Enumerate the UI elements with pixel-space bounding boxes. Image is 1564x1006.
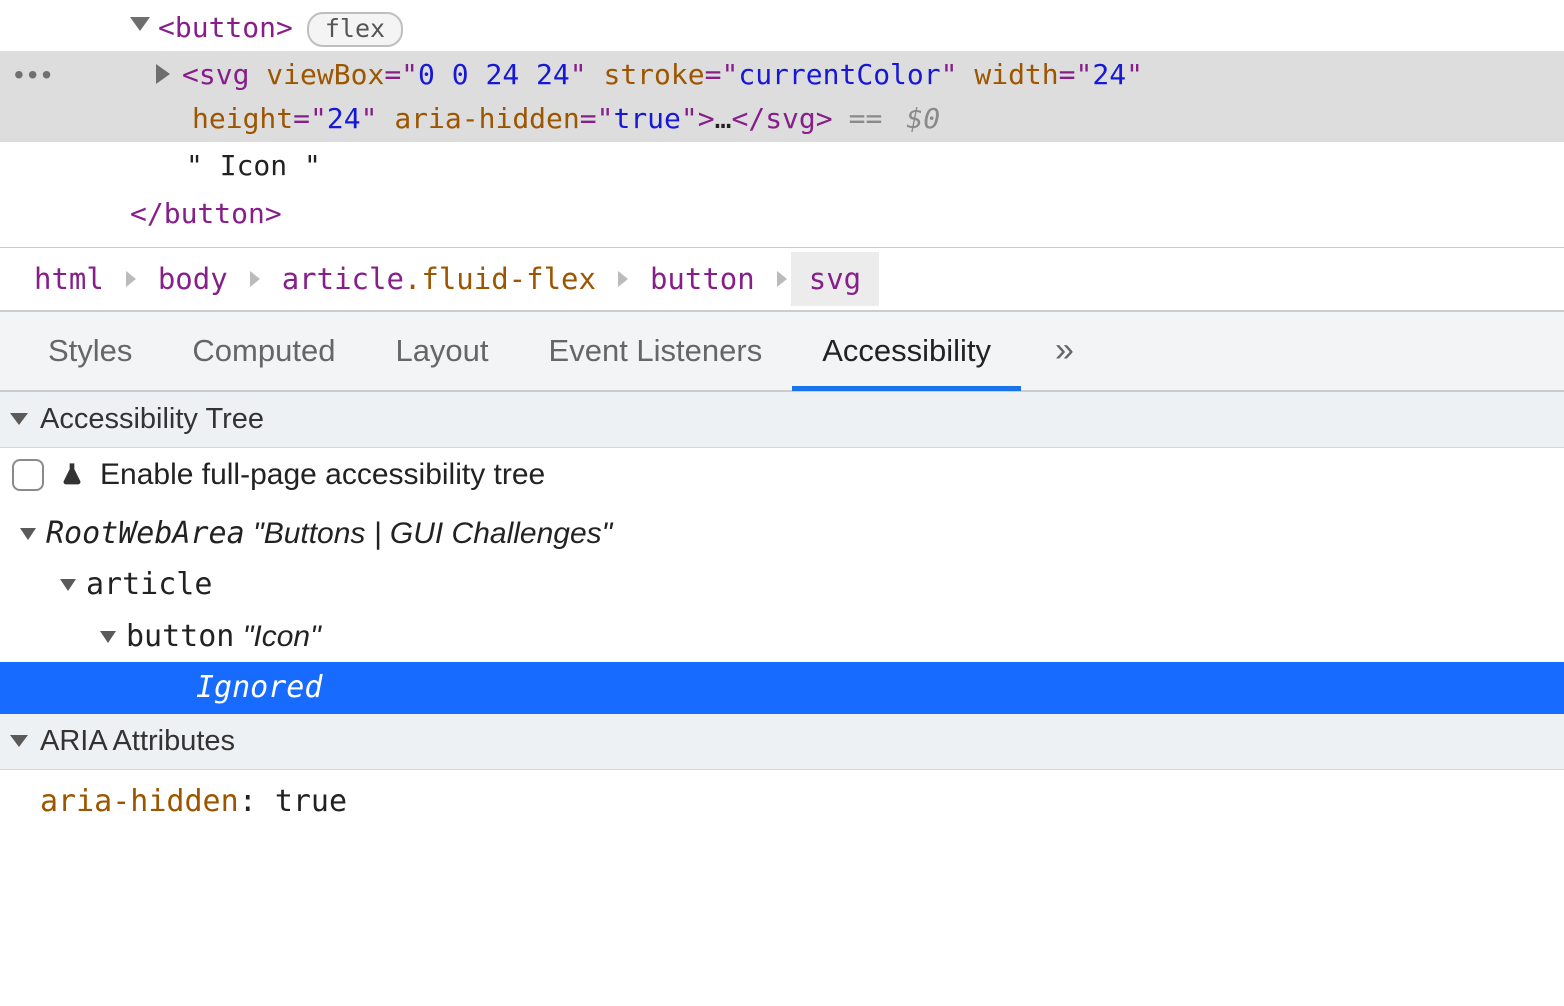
chevron-right-icon [126,271,136,287]
checkbox[interactable] [12,459,44,491]
sidebar-tabstrip: Styles Computed Layout Event Listeners A… [0,312,1564,392]
breadcrumb: html body article.fluid-flex button svg [0,248,1564,312]
breadcrumb-item[interactable]: html [16,252,122,306]
chevron-down-icon [20,528,36,540]
tab-layout[interactable]: Layout [365,313,518,389]
aria-attr-val: true [275,784,347,819]
chevron-down-icon [60,579,76,591]
chevron-right-icon [777,271,787,287]
disclosure-triangle-icon [10,735,28,747]
tree-row-root[interactable]: RootWebArea "​Buttons | GUI Challenges​" [0,508,1564,560]
accessibility-panel: Accessibility Tree Enable full-page acce… [0,392,1564,833]
attr-name: height [192,102,293,135]
breadcrumb-item-selected[interactable]: svg [791,252,879,306]
enable-fullpage-a11y-row[interactable]: Enable full-page accessibility tree [0,448,1564,502]
elements-dom-panel: <button>flex ••• <svg viewBox="0 0 24 24… [0,0,1564,248]
chevron-right-icon [250,271,260,287]
breadcrumb-item[interactable]: article.fluid-flex [264,252,614,306]
aria-attr-row: aria-hidden: true [0,770,1564,833]
flask-icon [58,459,86,491]
tab-event-listeners[interactable]: Event Listeners [519,313,793,389]
collapsed-ellipsis[interactable]: … [715,102,732,135]
tag-svg: svg [199,58,250,91]
attr-name: stroke [603,58,704,91]
section-aria-attributes[interactable]: ARIA Attributes [0,714,1564,770]
attr-val: currentColor [738,58,940,91]
section-title: Accessibility Tree [40,403,264,436]
tab-computed[interactable]: Computed [162,313,365,389]
dom-row-button-open[interactable]: <button>flex [0,4,1564,51]
tabs-overflow-icon[interactable]: » [1039,321,1084,380]
section-title: ARIA Attributes [40,725,235,758]
attr-val: 0 0 24 24 [418,58,570,91]
text-node: " Icon " [186,149,321,182]
disclosure-triangle-icon [10,413,28,425]
tab-accessibility[interactable]: Accessibility [792,313,1021,389]
breadcrumb-item[interactable]: button [632,252,773,306]
enable-fullpage-label: Enable full-page accessibility tree [100,458,545,492]
tree-row-ignored-selected[interactable]: Ignored [0,662,1564,714]
accessibility-tree: RootWebArea "​Buttons | GUI Challenges​"… [0,502,1564,714]
row-actions-icon[interactable]: ••• [0,53,60,96]
tag-button: button [175,11,276,44]
attr-val: 24 [1092,58,1126,91]
section-accessibility-tree[interactable]: Accessibility Tree [0,392,1564,448]
aria-attr-key: aria-hidden [40,784,239,819]
disclosure-triangle-icon[interactable] [156,64,170,84]
chevron-down-icon [100,631,116,643]
tab-styles[interactable]: Styles [18,313,162,389]
attr-val: true [613,102,680,135]
attr-name: width [974,58,1058,91]
breadcrumb-item[interactable]: body [140,252,246,306]
attr-name: viewBox [266,58,384,91]
flex-badge[interactable]: flex [307,12,403,47]
attr-val: 24 [327,102,361,135]
attr-name: aria-hidden [394,102,579,135]
disclosure-triangle-icon[interactable] [130,17,150,31]
chevron-right-icon [618,271,628,287]
dom-row-textnode[interactable]: " Icon " [0,142,1564,189]
console-ref: $0 [906,102,940,135]
dom-row-svg-selected[interactable]: ••• <svg viewBox="0 0 24 24" stroke="cur… [0,51,1564,142]
dom-row-button-close[interactable]: </button> [0,190,1564,237]
tree-row-button[interactable]: button "​Icon​" [0,611,1564,663]
tree-row-article[interactable]: article [0,559,1564,611]
